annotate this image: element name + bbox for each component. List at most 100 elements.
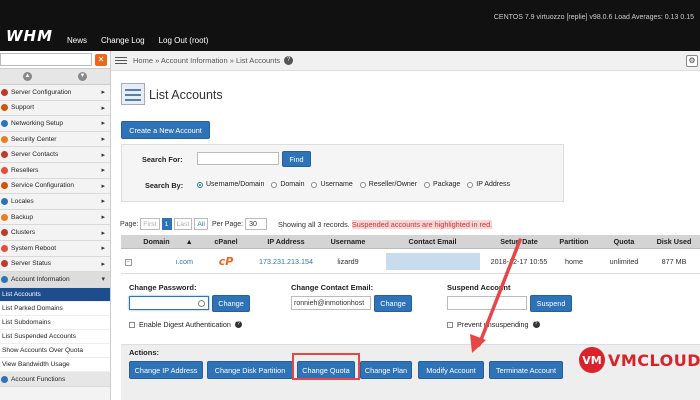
- col-disk-used[interactable]: Disk Used: [648, 237, 700, 246]
- expand-down-icon[interactable]: ▼: [78, 72, 87, 81]
- top-bar: CENTOS 7.9 virtuozzo [replie] v98.0.6 Lo…: [0, 0, 700, 51]
- change-email-button[interactable]: Change: [374, 295, 412, 312]
- sidebar-item-label: Security Center: [11, 135, 57, 143]
- sidebar-item-label: Account Functions: [11, 375, 66, 383]
- sidebar-item-security-center[interactable]: Security Center ▸: [0, 132, 110, 148]
- sidebar-item-clusters[interactable]: Clusters ▸: [0, 225, 110, 241]
- col-partition[interactable]: Partition: [548, 237, 600, 246]
- radio-icon[interactable]: [197, 181, 203, 188]
- sidebar-subitem-view-bandwidth-usage[interactable]: View Bandwidth Usage: [0, 357, 110, 372]
- cpanel-icon[interactable]: cP: [219, 255, 234, 268]
- pager: Page: First 1 Last All Per Page: 30: [120, 218, 268, 230]
- contact-email-input[interactable]: ronnieh@inmotionhost: [291, 296, 371, 310]
- menu-icon[interactable]: [115, 55, 127, 66]
- collapse-row-icon[interactable]: −: [124, 259, 132, 266]
- sidebar-item-label: Clusters: [11, 229, 36, 237]
- col-cpanel[interactable]: cPanel: [201, 237, 251, 246]
- checkbox-icon[interactable]: [447, 321, 453, 328]
- col-setup-date[interactable]: Setup Date: [490, 237, 548, 246]
- nav-news-link[interactable]: News: [67, 36, 87, 45]
- search-by-ip-address-radio[interactable]: IP Address: [467, 181, 510, 188]
- search-by-package-radio[interactable]: Package: [424, 181, 460, 188]
- search-by-username-domain-radio[interactable]: Username/Domain: [197, 181, 264, 188]
- chevron-right-icon: ▸: [101, 104, 105, 112]
- change-ip-address-button[interactable]: Change IP Address: [129, 361, 203, 379]
- sidebar-item-account-information[interactable]: Account Information ▾: [0, 272, 110, 288]
- sidebar-subitem-list-accounts[interactable]: List Accounts: [0, 287, 110, 302]
- collapse-up-icon[interactable]: ▲: [23, 72, 32, 81]
- radio-icon[interactable]: [467, 181, 474, 188]
- change-password-button[interactable]: Change: [212, 295, 250, 312]
- col-username[interactable]: Username: [321, 237, 375, 246]
- help-icon[interactable]: ?: [532, 321, 540, 328]
- sidebar-item-label: Backup: [11, 213, 33, 221]
- sidebar-item-networking-setup[interactable]: Networking Setup ▸: [0, 116, 110, 132]
- search-input[interactable]: [197, 152, 279, 165]
- search-by-domain-radio[interactable]: Domain: [271, 181, 304, 188]
- col-ip-address[interactable]: IP Address: [251, 237, 321, 246]
- sidebar-item-account-functions[interactable]: Account Functions: [0, 371, 110, 388]
- chevron-right-icon: ▸: [101, 245, 105, 253]
- help-icon[interactable]: ?: [234, 321, 242, 328]
- col-quota[interactable]: Quota: [600, 237, 648, 246]
- create-new-account-button[interactable]: Create a New Account: [121, 121, 210, 139]
- modify-account-button[interactable]: Modify Account: [418, 361, 484, 379]
- col-domain[interactable]: Domain ▲: [135, 237, 201, 246]
- server-status-icon: [1, 260, 8, 268]
- password-strength-icon[interactable]: [198, 300, 205, 307]
- radio-icon[interactable]: [271, 181, 278, 188]
- sidebar-item-resellers[interactable]: Resellers ▸: [0, 163, 110, 179]
- find-button[interactable]: Find: [282, 151, 311, 167]
- help-icon[interactable]: ?: [284, 56, 294, 65]
- modify-account-highlight: [292, 353, 360, 380]
- sidebar-item-server-configuration[interactable]: Server Configuration ▸: [0, 85, 110, 101]
- search-by-username-radio[interactable]: Username: [311, 181, 353, 188]
- table-row[interactable]: − ı.com cP 173.231.213.154 lizard9 2018-…: [121, 249, 700, 274]
- last-page-button[interactable]: Last: [173, 218, 193, 230]
- search-by-reseller-owner-radio[interactable]: Reseller/Owner: [359, 181, 417, 188]
- digest-auth-checkbox[interactable]: Enable Digest Authentication ?: [129, 320, 242, 329]
- terminate-account-button[interactable]: Terminate Account: [489, 361, 563, 379]
- change-disk-partition-button[interactable]: Change Disk Partition: [207, 361, 293, 379]
- per-page-input[interactable]: 30: [245, 218, 268, 230]
- sidebar-subitem-list-subdomains[interactable]: List Subdomains: [0, 315, 110, 330]
- sidebar-item-server-contacts[interactable]: Server Contacts ▸: [0, 147, 110, 163]
- page-1-button[interactable]: 1: [161, 218, 172, 230]
- radio-icon[interactable]: [311, 181, 318, 188]
- col-contact-email[interactable]: Contact Email: [375, 237, 490, 246]
- domain-link[interactable]: ı.com: [135, 257, 201, 266]
- clear-search-icon[interactable]: ✕: [95, 54, 107, 66]
- sidebar-subitem-list-parked-domains[interactable]: List Parked Domains: [0, 301, 110, 316]
- breadcrumb: Home » Account Information » List Accoun…: [133, 56, 281, 65]
- sidebar-search-input[interactable]: [0, 53, 92, 66]
- sidebar-item-system-reboot[interactable]: System Reboot ▸: [0, 241, 110, 257]
- nav-logout-link[interactable]: Log Out (root): [159, 36, 209, 45]
- chevron-right-icon: ▸: [101, 182, 105, 190]
- password-input[interactable]: [129, 296, 209, 310]
- sidebar-subitem-list-suspended-accounts[interactable]: List Suspended Accounts: [0, 329, 110, 344]
- change-plan-button[interactable]: Change Plan: [360, 361, 412, 379]
- accounts-table: Domain ▲ cPanel IP Address Username Cont…: [121, 235, 700, 274]
- whm-logo[interactable]: WHM: [6, 27, 53, 45]
- sidebar-item-backup[interactable]: Backup ▸: [0, 210, 110, 226]
- suspend-reason-input[interactable]: [447, 296, 527, 310]
- chevron-right-icon: ▸: [101, 89, 105, 97]
- first-page-button[interactable]: First: [140, 218, 160, 230]
- radio-icon[interactable]: [359, 181, 366, 188]
- account-details: Change Password: Change Enable Digest Au…: [121, 276, 700, 340]
- settings-icon[interactable]: ⚙: [686, 55, 698, 67]
- sidebar-item-locales[interactable]: Locales ▸: [0, 194, 110, 210]
- all-pages-button[interactable]: All: [194, 218, 208, 230]
- checkbox-icon[interactable]: [129, 321, 135, 328]
- sidebar-subitem-show-accounts-over-quota[interactable]: Show Accounts Over Quota: [0, 343, 110, 358]
- sidebar-item-label: Support: [11, 104, 35, 112]
- sidebar-item-server-status[interactable]: Server Status ▸: [0, 257, 110, 273]
- sidebar-item-service-configuration[interactable]: Service Configuration ▸: [0, 179, 110, 195]
- radio-icon[interactable]: [424, 181, 431, 188]
- service-configuration-icon: [1, 182, 8, 190]
- suspend-button[interactable]: Suspend: [530, 295, 572, 312]
- prevent-unsuspending-checkbox[interactable]: Prevent unsuspending ?: [447, 320, 540, 329]
- nav-change-log-link[interactable]: Change Log: [101, 36, 145, 45]
- sort-asc-icon[interactable]: ▲: [186, 237, 193, 246]
- sidebar-item-support[interactable]: Support ▸: [0, 101, 110, 117]
